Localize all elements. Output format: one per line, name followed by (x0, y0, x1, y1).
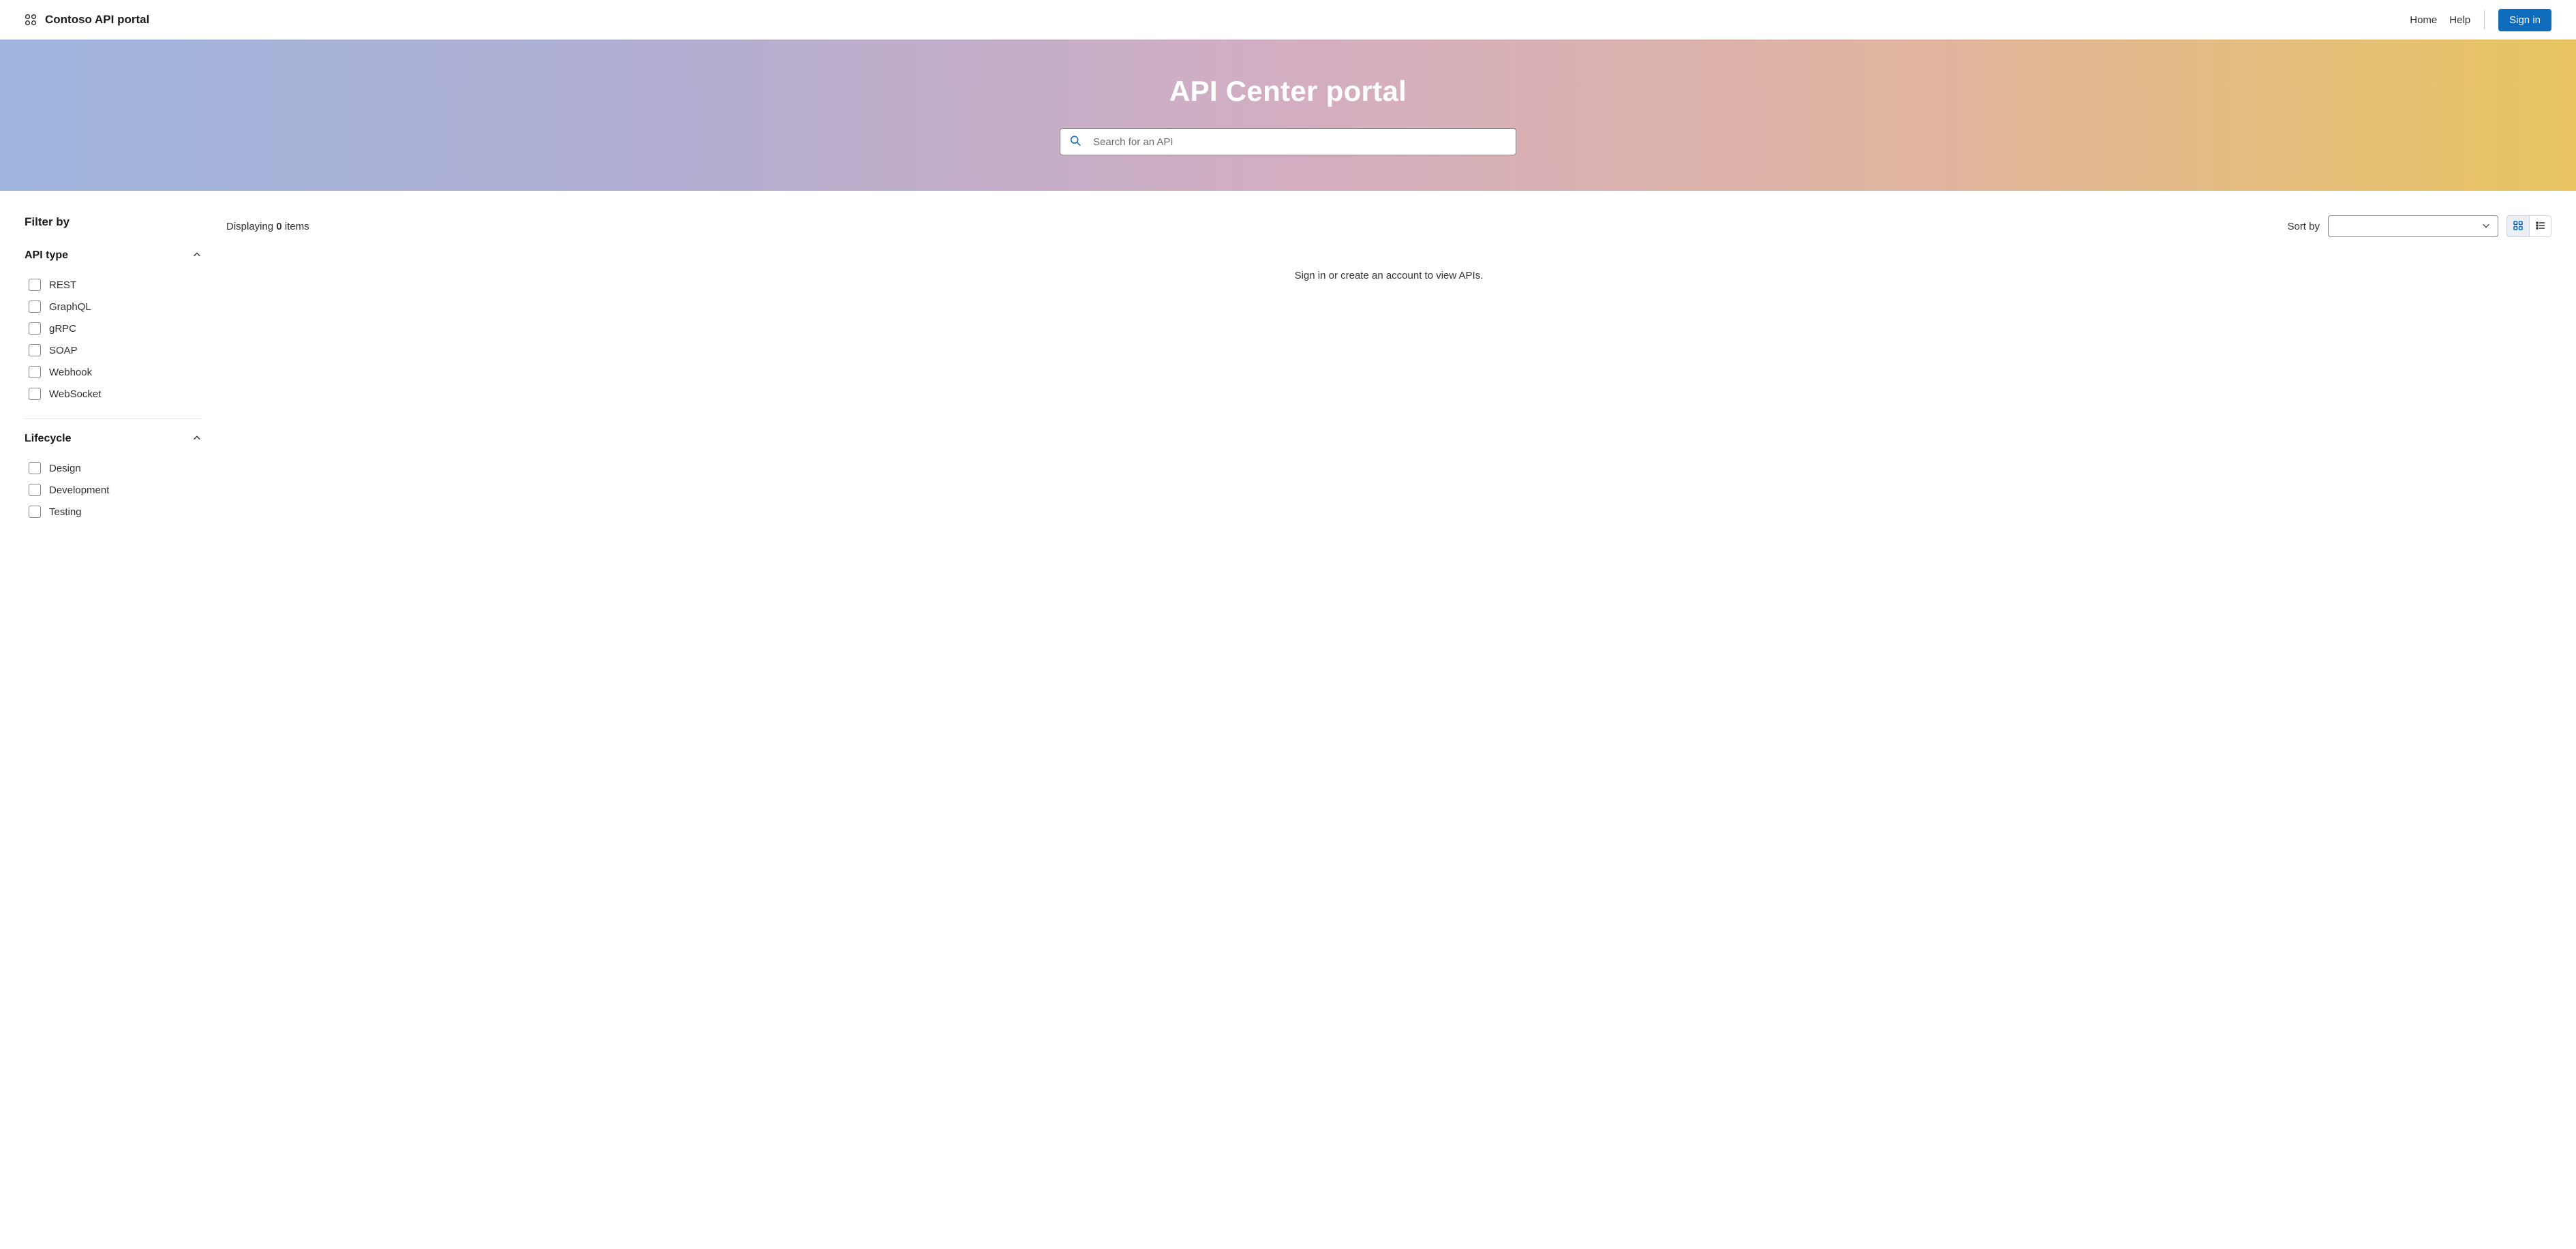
results-toolbar: Displaying 0 items Sort by (226, 215, 2551, 237)
filter-label: REST (49, 279, 76, 291)
divider (2484, 10, 2485, 29)
filter-label: Development (49, 484, 109, 496)
empty-state-message: Sign in or create an account to view API… (226, 270, 2551, 281)
checkbox[interactable] (29, 300, 41, 313)
filter-label: GraphQL (49, 301, 91, 313)
grid-icon (2513, 220, 2524, 233)
filter-title: Lifecycle (25, 433, 71, 445)
checkbox[interactable] (29, 388, 41, 400)
top-nav: Home Help Sign in (2410, 9, 2551, 31)
sort-dropdown[interactable] (2328, 215, 2498, 237)
chevron-up-icon (192, 433, 202, 445)
filter-label: Webhook (49, 367, 92, 378)
main-panel: Displaying 0 items Sort by (226, 215, 2551, 550)
grid-view-button[interactable] (2507, 216, 2529, 236)
filter-list-api-type: REST GraphQL gRPC SOAP Webhook (25, 274, 202, 405)
filter-item-development[interactable]: Development (29, 479, 202, 501)
toolbar-right: Sort by (2287, 215, 2551, 237)
checkbox[interactable] (29, 322, 41, 335)
apps-grid-icon (25, 14, 37, 26)
filter-label: Design (49, 463, 81, 474)
checkbox[interactable] (29, 279, 41, 291)
filter-label: gRPC (49, 323, 76, 335)
chevron-down-icon (2481, 221, 2491, 232)
count-suffix: items (282, 221, 309, 232)
filter-item-webhook[interactable]: Webhook (29, 361, 202, 383)
top-bar: Contoso API portal Home Help Sign in (0, 0, 2576, 40)
chevron-up-icon (192, 250, 202, 262)
hero-banner: API Center portal (0, 40, 2576, 191)
content-area: Filter by API type REST GraphQL (0, 191, 2576, 550)
filter-item-grpc[interactable]: gRPC (29, 318, 202, 339)
filter-item-design[interactable]: Design (29, 457, 202, 479)
search-icon (1069, 135, 1082, 149)
checkbox[interactable] (29, 462, 41, 474)
checkbox[interactable] (29, 506, 41, 518)
filter-item-websocket[interactable]: WebSocket (29, 383, 202, 405)
count-prefix: Displaying (226, 221, 276, 232)
hero-title: API Center portal (1169, 75, 1407, 108)
filter-title: API type (25, 249, 68, 262)
nav-home[interactable]: Home (2410, 14, 2437, 26)
filter-label: SOAP (49, 345, 78, 356)
count-value: 0 (276, 221, 281, 232)
filter-toggle-lifecycle[interactable]: Lifecycle (25, 433, 202, 445)
checkbox[interactable] (29, 366, 41, 378)
sort-label: Sort by (2287, 221, 2320, 232)
list-icon (2535, 220, 2546, 233)
search-input[interactable] (1060, 128, 1516, 155)
nav-help[interactable]: Help (2449, 14, 2470, 26)
filter-item-rest[interactable]: REST (29, 274, 202, 296)
brand-title: Contoso API portal (45, 13, 149, 27)
filter-toggle-api-type[interactable]: API type (25, 249, 202, 262)
search-wrap (1060, 128, 1516, 155)
checkbox[interactable] (29, 344, 41, 356)
filter-list-lifecycle: Design Development Testing (25, 457, 202, 523)
filter-heading: Filter by (25, 215, 202, 229)
signin-button[interactable]: Sign in (2498, 9, 2551, 31)
filter-label: Testing (49, 506, 82, 518)
filter-section-lifecycle: Lifecycle Design Development Testing (25, 433, 202, 536)
filter-sidebar: Filter by API type REST GraphQL (25, 215, 202, 550)
filter-item-graphql[interactable]: GraphQL (29, 296, 202, 318)
brand-block: Contoso API portal (25, 13, 149, 27)
filter-item-soap[interactable]: SOAP (29, 339, 202, 361)
list-view-button[interactable] (2529, 216, 2551, 236)
view-toggle (2506, 215, 2551, 237)
checkbox[interactable] (29, 484, 41, 496)
filter-section-api-type: API type REST GraphQL gRPC (25, 249, 202, 419)
filter-item-testing[interactable]: Testing (29, 501, 202, 523)
filter-label: WebSocket (49, 388, 101, 400)
result-count: Displaying 0 items (226, 221, 309, 232)
